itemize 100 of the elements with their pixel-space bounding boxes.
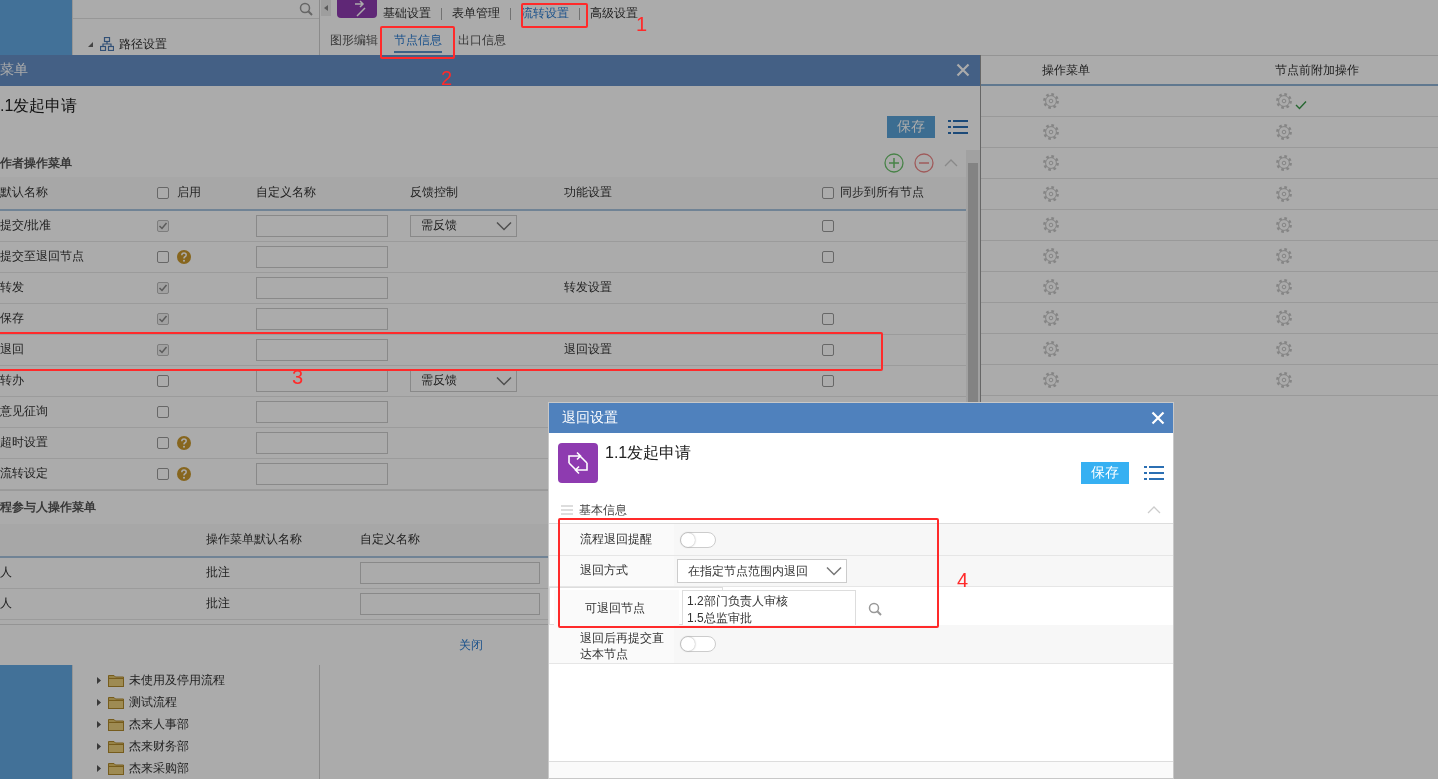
checkbox[interactable] [157, 312, 169, 325]
collapse-handle[interactable] [321, 0, 331, 16]
collapsed-caret-icon[interactable] [95, 741, 103, 751]
section-title: 基本信息 [579, 501, 627, 519]
collapsed-caret-icon[interactable] [95, 675, 103, 685]
collapsed-caret-icon[interactable] [95, 763, 103, 773]
sub-tab[interactable]: 图形编辑 [330, 29, 378, 53]
input-field[interactable] [256, 369, 388, 392]
tree-item[interactable]: 杰来财务部 [129, 737, 189, 755]
checkbox[interactable] [157, 436, 169, 449]
checkbox[interactable] [822, 312, 834, 325]
gear-icon[interactable] [1042, 340, 1060, 358]
search-icon[interactable] [299, 2, 313, 16]
help-icon[interactable] [177, 466, 191, 481]
checkbox[interactable] [822, 343, 834, 356]
collapsed-caret-icon[interactable] [95, 719, 103, 729]
input-field[interactable] [256, 307, 388, 330]
settings-link[interactable]: 退回设置 [564, 341, 612, 359]
tree-item[interactable]: 未使用及停用流程 [129, 671, 225, 689]
toggle-switch[interactable] [680, 636, 716, 652]
gear-icon[interactable] [1042, 185, 1060, 203]
list-item[interactable]: 1.2部门负责人审核 [687, 593, 851, 610]
close-icon[interactable] [956, 63, 970, 78]
nav-tab[interactable]: 基础设置 [383, 5, 431, 22]
search-field[interactable] [73, 0, 319, 19]
checkbox[interactable] [157, 405, 169, 418]
gear-icon[interactable] [1275, 154, 1293, 172]
gear-icon[interactable] [1042, 309, 1060, 327]
add-icon[interactable] [884, 153, 904, 174]
input-field[interactable] [256, 276, 388, 299]
check-icon [158, 220, 168, 231]
dialog-title: 退回设置 [562, 409, 618, 427]
table-cell: 提交/批准 [0, 217, 52, 235]
chevron-down-icon [826, 566, 842, 576]
close-link[interactable]: 关闭 [459, 636, 483, 654]
input-field[interactable] [256, 400, 388, 423]
app-icon [558, 443, 598, 483]
close-icon[interactable] [1151, 411, 1165, 425]
folder-icon [108, 761, 124, 775]
collapse-icon[interactable] [1147, 506, 1161, 514]
gear-icon[interactable] [1275, 216, 1293, 234]
input-field[interactable] [360, 561, 540, 584]
gear-icon[interactable] [1275, 92, 1293, 110]
input-field[interactable] [360, 592, 540, 615]
toggle-switch[interactable] [680, 531, 716, 548]
checkbox[interactable] [822, 374, 834, 387]
dialog-title: 菜单 [0, 61, 28, 80]
collapse-icon[interactable] [944, 159, 958, 168]
nav-tab[interactable]: 表单管理 [452, 5, 500, 22]
collapsed-caret-icon[interactable] [95, 697, 103, 707]
dropdown[interactable]: 需反馈 [410, 369, 517, 392]
search-icon[interactable] [868, 602, 882, 616]
checkbox[interactable] [157, 281, 169, 294]
dropdown[interactable]: 需反馈 [410, 214, 517, 237]
table-cell: 流转设定 [0, 465, 48, 483]
help-icon[interactable] [177, 435, 191, 450]
checkbox[interactable] [157, 250, 169, 263]
list-icon[interactable] [1144, 465, 1164, 481]
tree-item[interactable]: 测试流程 [129, 693, 177, 711]
checkbox[interactable] [157, 343, 169, 356]
checkbox[interactable] [157, 219, 169, 232]
column-header: 自定义名称 [360, 531, 420, 549]
help-icon[interactable] [177, 249, 191, 264]
nav-tab[interactable]: 高级设置 [590, 5, 638, 22]
gear-icon[interactable] [1042, 247, 1060, 265]
list-icon[interactable] [948, 118, 968, 135]
gear-icon[interactable] [1042, 154, 1060, 172]
gear-icon[interactable] [1042, 371, 1060, 389]
checkbox[interactable] [822, 186, 834, 199]
checkbox[interactable] [822, 219, 834, 232]
tree-item[interactable]: 路径设置 [119, 35, 167, 53]
gear-icon[interactable] [1042, 123, 1060, 141]
gear-icon[interactable] [1042, 278, 1060, 296]
tree-item[interactable]: 杰来人事部 [129, 715, 189, 733]
input-field[interactable] [256, 214, 388, 237]
checkbox[interactable] [157, 186, 169, 199]
gear-icon[interactable] [1275, 278, 1293, 296]
gear-icon[interactable] [1275, 309, 1293, 327]
checkbox[interactable] [157, 374, 169, 387]
gear-icon[interactable] [1275, 247, 1293, 265]
remove-icon[interactable] [914, 153, 934, 174]
tree-item[interactable]: 杰来采购部 [129, 759, 189, 777]
input-field[interactable] [256, 338, 388, 361]
sub-tab[interactable]: 出口信息 [458, 29, 506, 53]
input-field[interactable] [256, 431, 388, 454]
gear-icon[interactable] [1275, 371, 1293, 389]
input-field[interactable] [256, 462, 388, 485]
gear-icon[interactable] [1042, 92, 1060, 110]
table-cell: 转办 [0, 372, 24, 390]
checkbox[interactable] [157, 467, 169, 480]
gear-icon[interactable] [1275, 123, 1293, 141]
settings-link[interactable]: 转发设置 [564, 279, 612, 297]
checkbox[interactable] [822, 250, 834, 263]
gear-icon[interactable] [1275, 340, 1293, 358]
dropdown[interactable]: 在指定节点范围内退回 [677, 559, 847, 583]
gear-icon[interactable] [1275, 185, 1293, 203]
list-field[interactable]: 1.2部门负责人审核 1.5总监审批 [682, 590, 856, 628]
input-field[interactable] [256, 245, 388, 268]
gear-icon[interactable] [1042, 216, 1060, 234]
sub-tab[interactable]: 节点信息 [394, 29, 442, 53]
